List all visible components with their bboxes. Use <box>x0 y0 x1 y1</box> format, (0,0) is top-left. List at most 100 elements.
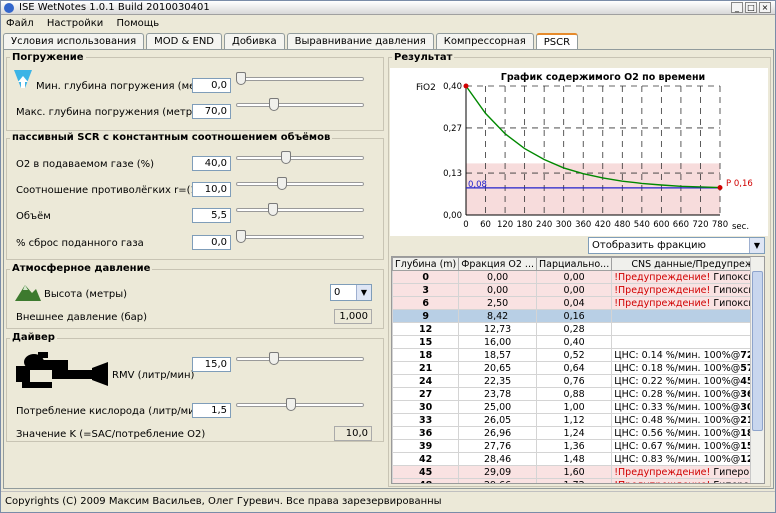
tab-compressor[interactable]: Компрессорная <box>435 33 534 49</box>
column-header[interactable]: Парциально... <box>535 257 613 271</box>
dump-field[interactable]: 0,0 <box>192 235 231 250</box>
volume-label: Объём <box>16 211 51 222</box>
table-cell: 12 <box>392 322 460 336</box>
table-cell: 1,36 <box>535 439 613 453</box>
altitude-select[interactable]: 0 ▼ <box>330 284 372 301</box>
column-header[interactable]: Фракция O2 ... <box>458 257 537 271</box>
table-row[interactable]: 62,500,04!Предупреждение! Гипоксия < 0.1… <box>392 296 764 310</box>
warning-flag: !Предупреждение! <box>614 480 710 484</box>
tab-bar: Условия использования MOD & END Добивка … <box>3 33 580 50</box>
submersion-group <box>6 57 384 131</box>
scrollbar-thumb[interactable] <box>752 271 763 431</box>
chevron-down-icon[interactable]: ▼ <box>356 285 371 300</box>
table-row[interactable]: 4529,091,60!Предупреждение! Гипероксия >… <box>392 465 764 479</box>
rmv-slider[interactable] <box>236 352 364 366</box>
min-depth-slider[interactable] <box>236 72 364 86</box>
table-cell: 15 <box>392 335 460 349</box>
y-tick-label: 0,13 <box>443 169 462 179</box>
cns-cell: ЦНС: 0.48 %/мин. 100%@210.0мин. <box>611 413 764 427</box>
slider-thumb[interactable] <box>269 352 280 365</box>
max-depth-slider[interactable] <box>236 98 364 112</box>
mountain-icon <box>15 285 41 301</box>
display-mode-select[interactable]: Отобразить фракцию ▼ <box>588 237 765 254</box>
menu-settings[interactable]: Настройки <box>47 18 103 29</box>
hypoxia-zone <box>466 163 720 215</box>
maximize-button[interactable]: □ <box>745 2 757 13</box>
cns-cell: ЦНС: 0.14 %/мин. 100%@720.0мин. <box>611 348 764 362</box>
table-row[interactable]: 3025,001,00ЦНС: 0.33 %/мин. 100%@300.0ми… <box>392 400 764 414</box>
end-point <box>717 185 723 191</box>
table-cell: 18 <box>392 348 460 362</box>
chart-title: График содержимого O2 по времени <box>501 72 705 83</box>
k-value-field: 10,0 <box>334 426 372 441</box>
tab-mod-end[interactable]: MOD & END <box>146 33 222 49</box>
x-tick-label: 420 <box>595 220 611 230</box>
slider-thumb[interactable] <box>236 72 246 85</box>
slider-thumb[interactable] <box>236 230 246 243</box>
table-row[interactable]: 2723,780,88ЦНС: 0.28 %/мин. 100%@360.0ми… <box>392 387 764 401</box>
column-header[interactable]: Глубина (m) <box>392 257 460 271</box>
volume-field[interactable]: 5,5 <box>192 208 231 223</box>
results-table-wrapper: Глубина (m) Фракция O2 ... Парциально... CN… <box>391 256 765 484</box>
cns-cell <box>611 322 764 336</box>
column-header[interactable]: CNS данные/Предупреждение <box>611 257 764 271</box>
slider-thumb[interactable] <box>269 98 280 111</box>
tab-pscr[interactable]: PSCR <box>535 33 579 50</box>
cns-cell: ЦНС: 0.83 %/мин. 100%@120.0мин. <box>611 452 764 466</box>
volume-slider[interactable] <box>236 203 364 217</box>
chevron-down-icon[interactable]: ▼ <box>749 238 764 253</box>
table-row[interactable]: 3927,761,36ЦНС: 0.67 %/мин. 100%@150.0ми… <box>392 439 764 453</box>
dump-slider[interactable] <box>236 230 364 244</box>
o2-feed-field[interactable]: 40,0 <box>192 156 231 171</box>
tab-topup[interactable]: Добивка <box>224 33 285 49</box>
rmv-field[interactable]: 15,0 <box>192 357 231 372</box>
cns-cell: ЦНС: 0.18 %/мин. 100%@570.0мин. <box>611 361 764 375</box>
table-row[interactable]: 2422,350,76ЦНС: 0.22 %/мин. 100%@450.0ми… <box>392 374 764 388</box>
menu-bar: Файл Настройки Помощь <box>1 16 775 31</box>
slider-thumb[interactable] <box>277 177 288 190</box>
menu-help[interactable]: Помощь <box>117 18 160 29</box>
equilibrium-label: 0,08 <box>468 180 487 190</box>
table-cell: 30 <box>392 400 460 414</box>
table-row[interactable]: 3626,961,24ЦНС: 0.56 %/мин. 100%@180.0ми… <box>392 426 764 440</box>
ratio-field[interactable]: 10,0 <box>192 182 231 197</box>
cns-cell: ЦНС: 0.56 %/мин. 100%@180.0мин. <box>611 426 764 440</box>
minimize-button[interactable]: _ <box>731 2 743 13</box>
y-axis-label: FiO2 <box>416 83 436 93</box>
diver-descend-icon <box>14 70 32 88</box>
max-depth-label: Макс. глубина погружения (метры) <box>16 107 204 118</box>
table-scrollbar[interactable] <box>750 257 764 483</box>
tab-usage[interactable]: Условия использования <box>3 33 145 49</box>
o2-consumption-slider[interactable] <box>236 398 364 412</box>
table-row[interactable]: 4228,461,48ЦНС: 0.83 %/мин. 100%@120.0ми… <box>392 452 764 466</box>
status-bar: Copyrights (C) 2009 Максим Васильев, Оле… <box>1 491 775 511</box>
max-depth-field[interactable]: 70,0 <box>192 104 231 119</box>
close-button[interactable]: × <box>759 2 771 13</box>
table-row[interactable]: 3326,051,12ЦНС: 0.48 %/мин. 100%@210.0ми… <box>392 413 764 427</box>
table-row[interactable]: 15 16,00 0,40 <box>392 335 764 349</box>
table-row[interactable]: 4829,661,72!Предупреждение! Гипероксия >… <box>392 478 764 484</box>
table-row[interactable]: 30,000,00!Предупреждение! Гипоксия < 0.1… <box>392 283 764 297</box>
o2-consumption-field[interactable]: 1,5 <box>192 403 231 418</box>
table-cell: 28,46 <box>458 452 537 466</box>
cns-text: ЦНС: 0.14 %/мин. 100%@ <box>614 349 741 361</box>
window-title: ISE WetNotes 1.0.1 Build 2010030401 <box>19 2 210 13</box>
table-row[interactable]: 00,000,00!Предупреждение! Гипоксия < 0.1… <box>392 270 764 284</box>
slider-thumb[interactable] <box>285 398 296 411</box>
diver-icon <box>16 352 108 388</box>
table-row[interactable]: 12 12,73 0,28 <box>392 322 764 336</box>
table-row[interactable]: 2120,650,64ЦНС: 0.18 %/мин. 100%@570.0ми… <box>392 361 764 375</box>
menu-file[interactable]: Файл <box>6 18 34 29</box>
min-depth-field[interactable]: 0,0 <box>192 78 231 93</box>
slider-thumb[interactable] <box>280 151 291 164</box>
tab-pressure-equalization[interactable]: Выравнивание давления <box>286 33 434 49</box>
o2-feed-slider[interactable] <box>236 151 364 165</box>
tab-content: Погружение Мин. глубина погружения (метр… <box>3 49 774 489</box>
slider-thumb[interactable] <box>267 203 278 216</box>
rmv-label: RMV (литр/мин) <box>112 370 195 381</box>
x-tick-label: 780 <box>712 220 728 230</box>
table-row[interactable]: 9 8,42 0,16 <box>392 309 764 323</box>
table-row[interactable]: 1818,570,52ЦНС: 0.14 %/мин. 100%@720.0ми… <box>392 348 764 362</box>
x-tick-label: 660 <box>673 220 689 230</box>
ratio-slider[interactable] <box>236 177 364 191</box>
